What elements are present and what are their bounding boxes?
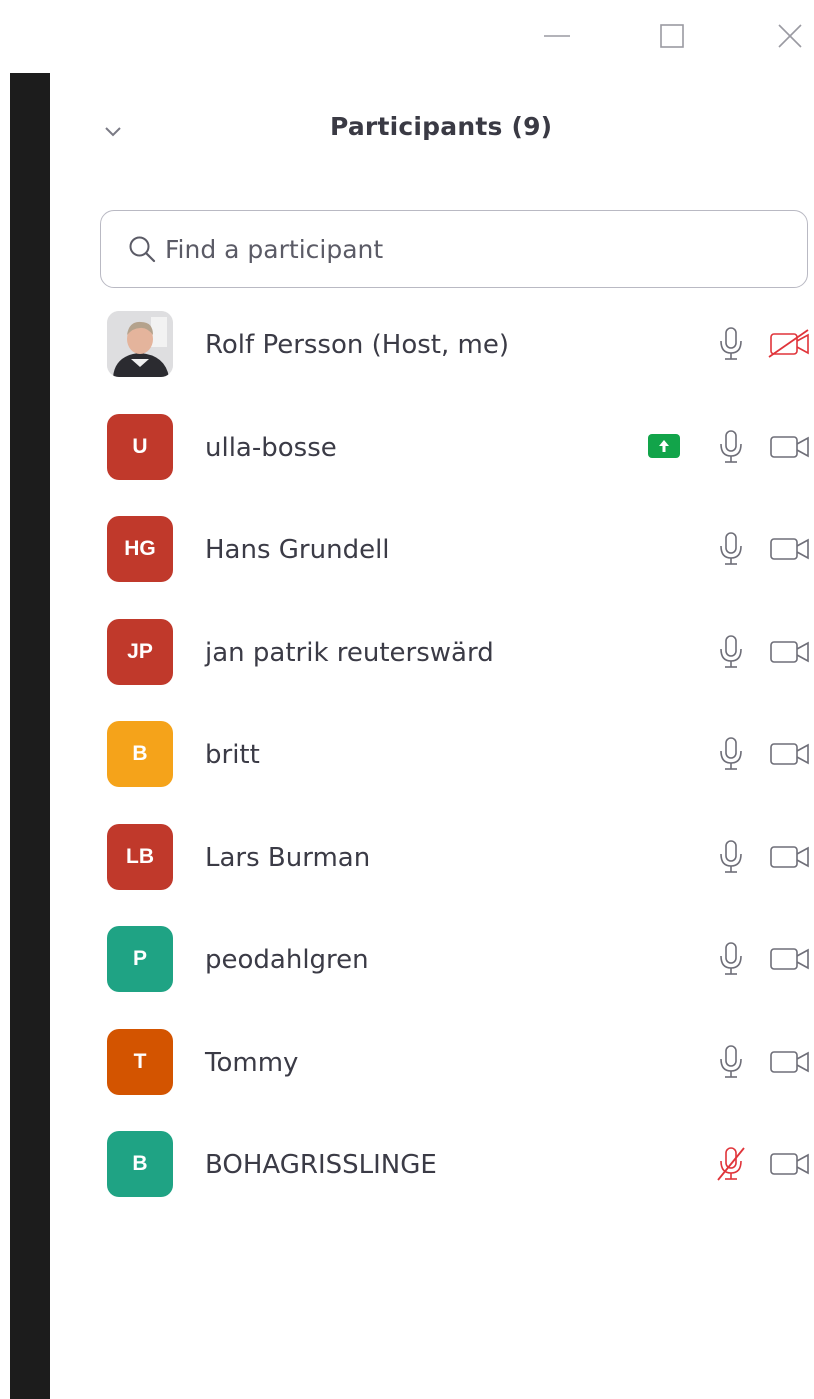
microphone-icon[interactable]	[716, 1044, 746, 1080]
participant-name: Tommy	[205, 1047, 299, 1078]
avatar: P	[107, 926, 173, 992]
maximize-button[interactable]	[652, 20, 692, 52]
participant-list: Rolf Persson (Host, me) Uulla-bosse HG Hans…	[0, 294, 814, 1217]
participant-row[interactable]: Uulla-bosse	[0, 397, 814, 500]
participant-name: Lars Burman	[205, 842, 371, 873]
avatar-initials: JP	[127, 639, 153, 663]
avatar: B	[107, 1131, 173, 1197]
avatar: HG	[107, 516, 173, 582]
avatar-initials: B	[132, 742, 148, 765]
arrow-up-icon	[659, 439, 669, 452]
close-button[interactable]	[770, 20, 810, 52]
video-camera-icon[interactable]	[768, 1047, 812, 1077]
avatar: JP	[107, 618, 173, 685]
mic-muted-icon[interactable]	[716, 1146, 746, 1182]
search-icon	[129, 236, 156, 263]
microphone-icon[interactable]	[716, 839, 746, 875]
video-camera-icon[interactable]	[768, 842, 812, 872]
search-input[interactable]	[165, 234, 807, 264]
participant-row[interactable]: B BOHAGRISSLINGE	[0, 1114, 814, 1217]
participant-row[interactable]: LB Lars Burman	[0, 807, 814, 910]
avatar: LB	[107, 823, 173, 890]
participant-name: ulla-bosse	[205, 432, 337, 463]
participant-search[interactable]	[100, 210, 808, 288]
avatar-initials: T	[133, 1049, 147, 1073]
participant-name: britt	[205, 740, 260, 770]
avatar-initials: HG	[124, 537, 156, 560]
microphone-icon[interactable]	[716, 736, 746, 772]
participant-name: peodahlgren	[205, 945, 369, 975]
participant-row[interactable]: HG Hans Grundell	[0, 499, 814, 602]
avatar	[107, 311, 173, 377]
participant-name: jan patrik reuterswärd	[205, 637, 494, 668]
avatar: U	[107, 413, 173, 480]
video-off-icon[interactable]	[768, 329, 812, 359]
video-camera-icon[interactable]	[768, 1149, 812, 1179]
participant-row[interactable]: Bbritt	[0, 704, 814, 807]
participant-row[interactable]: JP jan patrik reuterswärd	[0, 602, 814, 705]
maximize-icon	[660, 24, 684, 48]
microphone-icon[interactable]	[716, 941, 746, 977]
participant-row[interactable]: Ppeodahlgren	[0, 909, 814, 1012]
avatar-photo-icon	[107, 311, 173, 377]
video-camera-icon[interactable]	[768, 739, 812, 769]
panel-title: Participants (9)	[330, 112, 553, 141]
avatar-initials: P	[132, 947, 147, 970]
collapse-panel-button[interactable]	[98, 117, 128, 147]
avatar-initials: LB	[126, 844, 154, 868]
avatar-initials: B	[132, 1152, 148, 1175]
video-camera-icon[interactable]	[768, 944, 812, 974]
participant-name: Hans Grundell	[205, 535, 390, 565]
participant-row[interactable]: T Tommy	[0, 1012, 814, 1115]
close-icon	[778, 24, 802, 48]
minimize-button[interactable]	[537, 20, 577, 52]
avatar-initials: U	[132, 434, 148, 458]
microphone-icon[interactable]	[716, 634, 746, 670]
video-camera-icon[interactable]	[768, 432, 812, 462]
share-screen-badge	[648, 433, 680, 458]
chevron-down-icon	[105, 127, 121, 137]
microphone-icon[interactable]	[716, 531, 746, 567]
avatar: B	[107, 721, 173, 787]
participant-name: BOHAGRISSLINGE	[205, 1150, 437, 1180]
microphone-icon[interactable]	[716, 429, 746, 465]
avatar: T	[107, 1028, 173, 1095]
microphone-icon[interactable]	[716, 326, 746, 362]
participant-name: Rolf Persson (Host, me)	[205, 330, 509, 360]
minimize-icon	[544, 35, 570, 37]
participant-row[interactable]: Rolf Persson (Host, me)	[0, 294, 814, 397]
video-camera-icon[interactable]	[768, 637, 812, 667]
video-camera-icon[interactable]	[768, 534, 812, 564]
